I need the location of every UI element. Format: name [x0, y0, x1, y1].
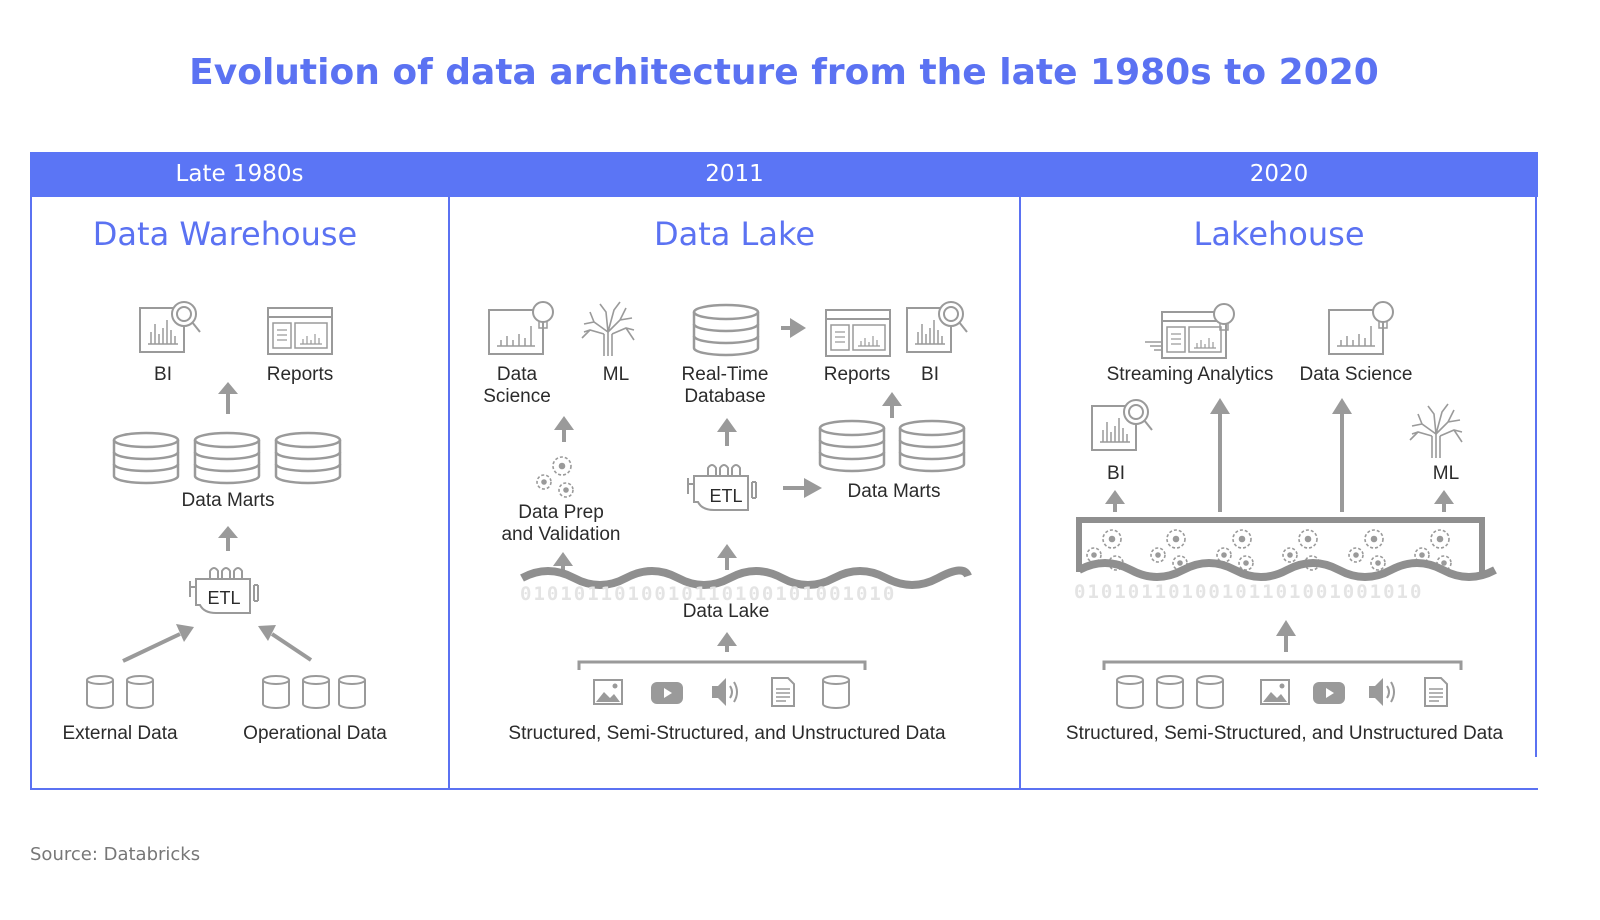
dl-bi-label: BI [921, 364, 939, 385]
dl-source-bracket [577, 660, 867, 670]
document-icon [1424, 677, 1448, 707]
lh-lake-wave [1077, 559, 1497, 581]
dw-external-data-label: External Data [62, 723, 178, 744]
dl-etl-label: ETL [709, 486, 743, 506]
dw-reports-icon [267, 307, 333, 355]
lh-arrowhead [1332, 398, 1352, 414]
dw-operational-db-icon [262, 675, 366, 709]
database-icon [1116, 675, 1144, 709]
dl-realtime-label-line2: Database [684, 386, 766, 407]
dl-arrowhead [882, 392, 902, 406]
lh-arrowhead [1434, 490, 1454, 504]
lh-arrowhead [1210, 398, 1230, 414]
dl-arrowhead [717, 544, 737, 558]
dw-arrowhead-1 [218, 382, 238, 394]
dl-arrowhead [790, 318, 806, 338]
dl-data-lake-label: Data Lake [682, 601, 770, 622]
dw-data-mart-icon [193, 431, 261, 485]
dl-data-science-label-line1: Data [496, 364, 538, 385]
lh-data-science-label: Data Science [1299, 364, 1413, 385]
dl-arrowhead [717, 632, 737, 646]
dl-arrowhead [804, 478, 822, 498]
dl-data-mart-icon [818, 419, 966, 473]
dw-data-marts-label: Data Marts [181, 490, 275, 511]
lh-sources-label: Structured, Semi-Structured, and Unstruc… [1065, 723, 1504, 744]
dw-arrowhead-2 [218, 526, 238, 538]
diagram-graphics: 0101011010010110100101001010 01010110100… [86, 301, 1497, 709]
lh-binary-stream: 01010110100101101001001010 [1074, 581, 1423, 603]
lh-streaming-icon [1145, 303, 1235, 359]
dl-data-prep-label-line2: and Validation [501, 524, 621, 545]
dw-etl-label: ETL [207, 588, 241, 608]
lh-bi-label: BI [1107, 463, 1125, 484]
dw-arrow-external [122, 632, 181, 663]
dw-data-mart-icon [112, 431, 180, 485]
lh-bi-icon [1091, 399, 1153, 451]
lh-source-bracket [1102, 660, 1463, 670]
dl-realtime-label-line1: Real-Time [681, 364, 769, 385]
dl-ml-icon [581, 301, 635, 357]
lh-arrowhead [1105, 490, 1125, 504]
source-caption: Source: Databricks [30, 844, 201, 865]
dl-reports-icon [825, 309, 891, 357]
dl-realtime-db-icon [692, 303, 760, 357]
dl-reports-label: Reports [823, 364, 891, 385]
dl-sources-label: Structured, Semi-Structured, and Unstruc… [508, 723, 946, 744]
image-icon [593, 679, 623, 705]
dl-data-science-label-line2: Science [483, 386, 551, 407]
dw-arrow-operational [270, 632, 313, 662]
lh-streaming-label: Streaming Analytics [1106, 364, 1274, 385]
lh-ml-icon [1409, 403, 1463, 459]
dw-bi-label: BI [154, 364, 172, 385]
dw-bi-icon [139, 301, 201, 353]
lh-data-science-icon [1328, 301, 1394, 355]
dl-arrowhead [553, 552, 573, 566]
dl-ml-label: ML [602, 364, 630, 385]
dl-arrowhead [717, 418, 737, 432]
dw-operational-data-label: Operational Data [243, 723, 387, 744]
dw-reports-label: Reports [266, 364, 334, 385]
dl-data-prep-label-line1: Data Prep [518, 502, 604, 523]
image-icon [1260, 679, 1290, 705]
dl-bi-icon [906, 301, 968, 353]
audio-icon [1368, 677, 1395, 707]
dl-data-marts-label: Data Marts [847, 481, 941, 502]
lh-ml-label: ML [1432, 463, 1460, 484]
audio-icon [711, 677, 738, 707]
database-icon [822, 675, 850, 709]
database-icon [1196, 675, 1224, 709]
database-icon [1156, 675, 1184, 709]
dl-data-science-icon [488, 301, 554, 355]
dw-external-db-icon [86, 675, 154, 709]
lh-arrowhead [1276, 620, 1296, 636]
video-icon [1313, 682, 1345, 704]
dw-data-mart-icon [274, 431, 342, 485]
document-icon [771, 677, 795, 707]
video-icon [651, 682, 683, 704]
dl-gears-icon [536, 456, 574, 498]
dl-arrowhead [554, 416, 574, 430]
